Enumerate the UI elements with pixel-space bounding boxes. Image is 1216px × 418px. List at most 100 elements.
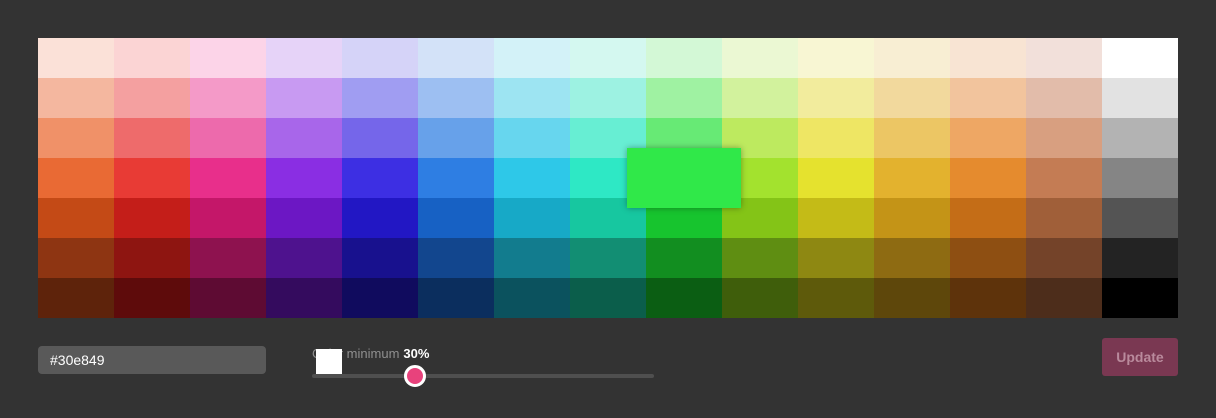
color-swatch[interactable] xyxy=(342,38,418,78)
color-swatch[interactable] xyxy=(342,198,418,238)
color-swatch[interactable] xyxy=(114,38,190,78)
color-swatch[interactable] xyxy=(1102,78,1178,118)
color-swatch[interactable] xyxy=(950,198,1026,238)
color-swatch[interactable] xyxy=(342,278,418,318)
color-swatch[interactable] xyxy=(1102,198,1178,238)
color-swatch[interactable] xyxy=(646,78,722,118)
color-swatch[interactable] xyxy=(646,38,722,78)
update-button[interactable]: Update xyxy=(1102,338,1178,376)
color-swatch[interactable] xyxy=(418,78,494,118)
color-swatch[interactable] xyxy=(722,38,798,78)
color-swatch[interactable] xyxy=(1102,38,1178,78)
color-swatch[interactable] xyxy=(418,158,494,198)
color-swatch[interactable] xyxy=(418,38,494,78)
color-swatch[interactable] xyxy=(1026,158,1102,198)
color-swatch[interactable] xyxy=(874,38,950,78)
color-swatch[interactable] xyxy=(418,118,494,158)
color-swatch[interactable] xyxy=(190,78,266,118)
color-swatch[interactable] xyxy=(114,238,190,278)
color-swatch[interactable] xyxy=(418,198,494,238)
color-swatch[interactable] xyxy=(798,118,874,158)
color-swatch[interactable] xyxy=(38,78,114,118)
color-swatch[interactable] xyxy=(190,38,266,78)
color-swatch[interactable] xyxy=(266,238,342,278)
selected-color-swatch[interactable] xyxy=(627,148,741,208)
color-swatch[interactable] xyxy=(874,238,950,278)
color-swatch[interactable] xyxy=(342,158,418,198)
color-swatch[interactable] xyxy=(1026,38,1102,78)
color-swatch[interactable] xyxy=(950,38,1026,78)
color-swatch[interactable] xyxy=(1102,118,1178,158)
color-swatch[interactable] xyxy=(950,158,1026,198)
color-swatch[interactable] xyxy=(114,158,190,198)
color-swatch[interactable] xyxy=(494,278,570,318)
color-swatch[interactable] xyxy=(38,198,114,238)
color-swatch[interactable] xyxy=(874,78,950,118)
color-swatch[interactable] xyxy=(1102,238,1178,278)
color-minimum-slider-track[interactable] xyxy=(312,374,654,378)
color-swatch[interactable] xyxy=(114,278,190,318)
color-swatch[interactable] xyxy=(494,118,570,158)
color-swatch[interactable] xyxy=(38,278,114,318)
color-swatch[interactable] xyxy=(342,238,418,278)
color-swatch[interactable] xyxy=(494,158,570,198)
color-swatch[interactable] xyxy=(266,198,342,238)
color-swatch[interactable] xyxy=(190,158,266,198)
color-swatch[interactable] xyxy=(798,238,874,278)
color-swatch[interactable] xyxy=(1026,198,1102,238)
color-swatch[interactable] xyxy=(570,38,646,78)
color-swatch[interactable] xyxy=(266,78,342,118)
color-swatch[interactable] xyxy=(266,118,342,158)
color-swatch[interactable] xyxy=(418,278,494,318)
color-swatch[interactable] xyxy=(190,118,266,158)
color-swatch[interactable] xyxy=(874,198,950,238)
color-swatch[interactable] xyxy=(874,158,950,198)
color-swatch[interactable] xyxy=(38,38,114,78)
color-swatch[interactable] xyxy=(874,118,950,158)
color-swatch[interactable] xyxy=(798,278,874,318)
color-swatch[interactable] xyxy=(950,118,1026,158)
color-swatch[interactable] xyxy=(1026,238,1102,278)
color-minimum-slider-thumb[interactable] xyxy=(403,365,426,387)
color-swatch[interactable] xyxy=(494,78,570,118)
color-swatch[interactable] xyxy=(494,38,570,78)
color-swatch[interactable] xyxy=(342,118,418,158)
color-swatch[interactable] xyxy=(950,278,1026,318)
color-swatch[interactable] xyxy=(950,78,1026,118)
color-swatch[interactable] xyxy=(570,278,646,318)
color-swatch[interactable] xyxy=(38,158,114,198)
color-swatch[interactable] xyxy=(570,238,646,278)
color-swatch[interactable] xyxy=(798,38,874,78)
color-swatch[interactable] xyxy=(570,78,646,118)
color-swatch[interactable] xyxy=(38,118,114,158)
color-swatch[interactable] xyxy=(646,278,722,318)
color-swatch[interactable] xyxy=(266,278,342,318)
color-swatch[interactable] xyxy=(798,78,874,118)
color-swatch[interactable] xyxy=(1026,278,1102,318)
color-swatch[interactable] xyxy=(722,278,798,318)
hex-color-input[interactable] xyxy=(38,346,266,374)
color-swatch[interactable] xyxy=(266,158,342,198)
color-swatch[interactable] xyxy=(114,198,190,238)
color-swatch[interactable] xyxy=(874,278,950,318)
color-swatch[interactable] xyxy=(798,158,874,198)
color-swatch[interactable] xyxy=(494,238,570,278)
color-swatch[interactable] xyxy=(950,238,1026,278)
color-swatch[interactable] xyxy=(190,238,266,278)
color-swatch[interactable] xyxy=(1026,78,1102,118)
color-swatch[interactable] xyxy=(418,238,494,278)
color-swatch[interactable] xyxy=(646,238,722,278)
color-swatch[interactable] xyxy=(342,78,418,118)
color-swatch[interactable] xyxy=(114,118,190,158)
color-swatch[interactable] xyxy=(722,238,798,278)
color-swatch[interactable] xyxy=(266,38,342,78)
color-swatch[interactable] xyxy=(38,238,114,278)
color-swatch[interactable] xyxy=(494,198,570,238)
color-swatch[interactable] xyxy=(722,78,798,118)
color-swatch[interactable] xyxy=(114,78,190,118)
color-swatch[interactable] xyxy=(1102,158,1178,198)
color-swatch[interactable] xyxy=(1026,118,1102,158)
color-swatch[interactable] xyxy=(798,198,874,238)
color-swatch[interactable] xyxy=(1102,278,1178,318)
color-swatch[interactable] xyxy=(190,198,266,238)
